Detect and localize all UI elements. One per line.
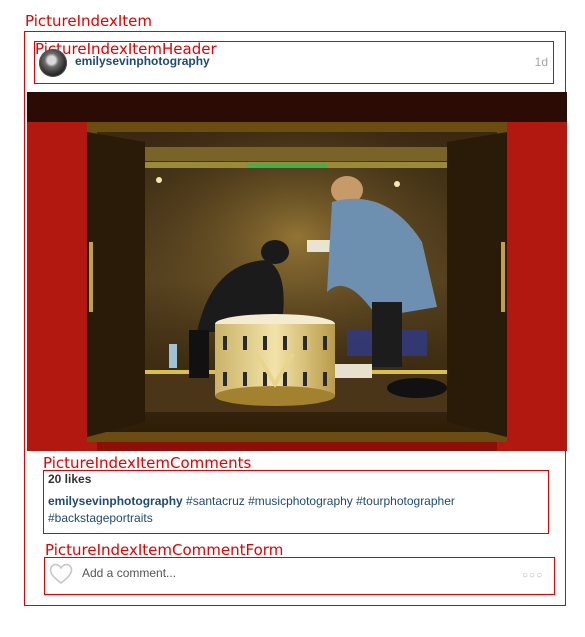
comment-input[interactable] bbox=[82, 566, 482, 580]
caption-username[interactable]: emilysevinphotography bbox=[48, 494, 183, 508]
heart-icon[interactable] bbox=[49, 563, 73, 585]
avatar[interactable] bbox=[39, 49, 67, 77]
picture-index-item-comment-form-label: PictureIndexItemCommentForm bbox=[45, 541, 284, 559]
picture-index-item-comments-label: PictureIndexItemComments bbox=[43, 454, 252, 472]
backstage-photo-illustration bbox=[27, 92, 567, 451]
ellipsis-icon[interactable]: ○○○ bbox=[522, 570, 543, 581]
caption: emilysevinphotography #santacruz #musicp… bbox=[48, 493, 518, 527]
likes-count[interactable]: 20 likes bbox=[48, 472, 91, 486]
picture-index-item-label: PictureIndexItem bbox=[25, 12, 153, 30]
post-photo[interactable] bbox=[27, 92, 567, 451]
timestamp[interactable]: 1d bbox=[535, 55, 548, 69]
username-link[interactable]: emilysevinphotography bbox=[75, 54, 210, 68]
